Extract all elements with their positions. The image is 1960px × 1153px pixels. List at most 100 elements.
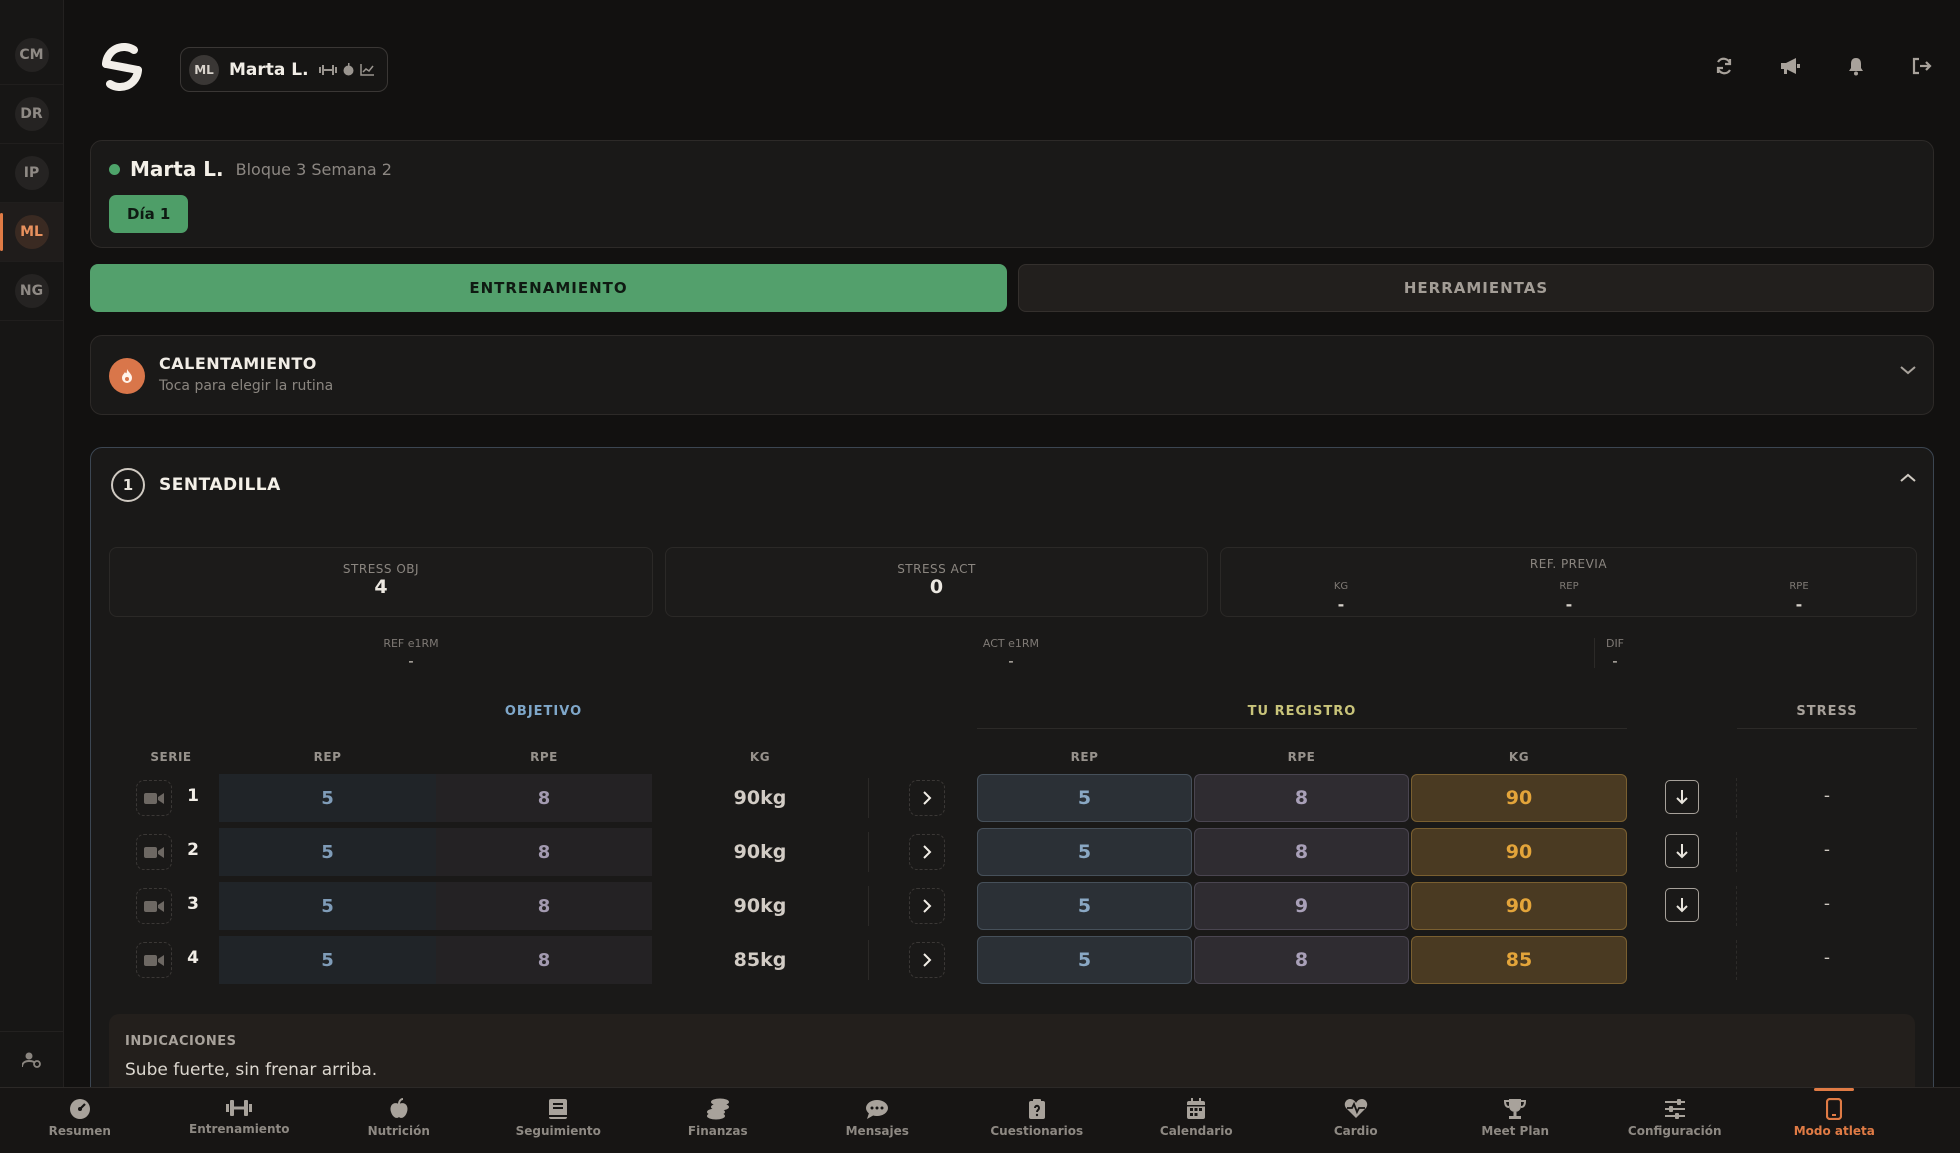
nav-meet-plan[interactable]: Meet Plan: [1436, 1088, 1596, 1153]
avatar: ML: [189, 54, 219, 85]
copy-target-button[interactable]: [909, 780, 945, 816]
nav-seguimiento[interactable]: Seguimiento: [479, 1088, 639, 1153]
warmup-subtitle: Toca para elegir la rutina: [159, 378, 334, 394]
set-stress: -: [1823, 894, 1831, 914]
mobile-icon: [1826, 1098, 1843, 1120]
user-settings-button[interactable]: [0, 1031, 64, 1087]
athlete-block-week: Bloque 3 Semana 2: [235, 159, 392, 179]
set-number: 3: [187, 894, 199, 914]
stress-act-label: STRESS ACT: [897, 562, 976, 576]
logged-rep-input[interactable]: 5: [977, 828, 1192, 876]
client-item-ng[interactable]: NG: [0, 262, 63, 321]
target-rep: 5: [219, 774, 436, 822]
user-gear-icon: [22, 1051, 42, 1069]
target-rep: 5: [219, 828, 436, 876]
copy-target-button[interactable]: [909, 834, 945, 870]
set-stress: -: [1823, 840, 1831, 860]
nav-resumen[interactable]: Resumen: [0, 1088, 160, 1153]
nav-label: Resumen: [48, 1124, 111, 1138]
logged-kg-input[interactable]: 90: [1411, 774, 1627, 822]
nav-entrenamiento[interactable]: Entrenamiento: [160, 1088, 320, 1153]
target-kg: 90kg: [733, 895, 787, 917]
chevron-down-icon[interactable]: [1899, 364, 1917, 376]
nav-label: Seguimiento: [515, 1124, 601, 1138]
trophy-icon: [1503, 1098, 1527, 1120]
logout-icon[interactable]: [1910, 54, 1934, 78]
video-camera-icon[interactable]: [136, 834, 172, 870]
set-row: 3 5 8 90kg 5 9 90 -: [91, 882, 1933, 930]
stress-act-box: STRESS ACT 0: [665, 547, 1208, 617]
col-obj-kg: KG: [749, 750, 771, 764]
nav-nutricion[interactable]: Nutrición: [319, 1088, 479, 1153]
exercise-card: 1 SENTADILLA STRESS OBJ 4 STRESS ACT 0 R…: [90, 447, 1934, 1107]
nav-label: Meet Plan: [1481, 1124, 1550, 1138]
tab-tools[interactable]: HERRAMIENTAS: [1018, 264, 1934, 312]
tab-training[interactable]: ENTRENAMIENTO: [90, 264, 1007, 312]
athlete-name: Marta L.: [130, 157, 224, 181]
current-user-chip[interactable]: ML Marta L.: [180, 47, 388, 92]
client-avatar: CM: [14, 38, 49, 72]
app-logo[interactable]: [98, 40, 146, 94]
dif-value: -: [1612, 652, 1618, 670]
copy-target-button[interactable]: [909, 888, 945, 924]
logged-kg-input[interactable]: 90: [1411, 828, 1627, 876]
client-item-dr[interactable]: DR: [0, 85, 63, 144]
logged-kg-input[interactable]: 90: [1411, 882, 1627, 930]
target-kg: 85kg: [733, 949, 787, 971]
refresh-icon[interactable]: [1712, 54, 1736, 78]
nav-modo-atleta[interactable]: Modo atleta: [1755, 1088, 1915, 1153]
registro-header: TU REGISTRO: [1247, 704, 1357, 719]
copy-down-button[interactable]: [1665, 780, 1699, 814]
logged-rep-input[interactable]: 5: [977, 936, 1192, 984]
day-selector-pill[interactable]: Día 1: [109, 195, 189, 233]
exercise-name: SENTADILLA: [159, 475, 281, 495]
ref-previa-label: REF. PREVIA: [1529, 557, 1608, 571]
dumbbell-icon: [225, 1098, 253, 1118]
user-name: Marta L.: [229, 59, 309, 80]
ref-kg-label: KG: [1333, 581, 1349, 592]
set-row: 4 5 8 85kg 5 8 85 -: [91, 936, 1933, 984]
nav-finanzas[interactable]: Finanzas: [638, 1088, 798, 1153]
video-camera-icon[interactable]: [136, 942, 172, 978]
copy-target-button[interactable]: [909, 942, 945, 978]
logged-rep-input[interactable]: 5: [977, 774, 1192, 822]
video-camera-icon[interactable]: [136, 888, 172, 924]
nav-cuestionarios[interactable]: Cuestionarios: [957, 1088, 1117, 1153]
apple-icon: [342, 63, 355, 76]
bell-icon[interactable]: [1844, 54, 1868, 78]
client-item-cm[interactable]: CM: [0, 26, 63, 85]
nav-configuracion[interactable]: Configuración: [1595, 1088, 1755, 1153]
megaphone-icon[interactable]: [1778, 54, 1802, 78]
logged-rpe-input[interactable]: 8: [1194, 828, 1409, 876]
warmup-card[interactable]: CALENTAMIENTO Toca para elegir la rutina: [90, 335, 1934, 415]
nav-calendario[interactable]: Calendario: [1117, 1088, 1277, 1153]
stress-obj-label: STRESS OBJ: [342, 562, 420, 576]
logged-kg-input[interactable]: 85: [1411, 936, 1627, 984]
set-row: 2 5 8 90kg 5 8 90 -: [91, 828, 1933, 876]
chevron-up-icon[interactable]: [1899, 472, 1917, 484]
nav-label: Calendario: [1159, 1124, 1233, 1138]
logged-rpe-input[interactable]: 9: [1194, 882, 1409, 930]
nav-mensajes[interactable]: Mensajes: [798, 1088, 958, 1153]
ref-rpe-value: -: [1795, 595, 1803, 614]
stress-header: STRESS: [1796, 704, 1858, 719]
chat-icon: [865, 1098, 889, 1120]
status-dot: [109, 163, 120, 175]
nav-label: Finanzas: [687, 1124, 748, 1138]
copy-down-button[interactable]: [1665, 888, 1699, 922]
nav-cardio[interactable]: Cardio: [1276, 1088, 1436, 1153]
ref-e1rm-label: REF e1RM: [383, 637, 439, 650]
target-rep: 5: [219, 882, 436, 930]
logged-rpe-input[interactable]: 8: [1194, 936, 1409, 984]
video-camera-icon[interactable]: [136, 780, 172, 816]
gauge-icon: [69, 1098, 91, 1120]
logged-rep-input[interactable]: 5: [977, 882, 1192, 930]
client-item-ip[interactable]: IP: [0, 144, 63, 203]
client-item-ml[interactable]: ML: [0, 203, 63, 262]
client-avatar: IP: [14, 156, 49, 190]
logged-rpe-input[interactable]: 8: [1194, 774, 1409, 822]
notes-text: Sube fuerte, sin frenar arriba.: [125, 1060, 378, 1080]
col-reg-rpe: RPE: [1287, 750, 1316, 764]
copy-down-button[interactable]: [1665, 834, 1699, 868]
target-rpe: 8: [436, 774, 652, 822]
